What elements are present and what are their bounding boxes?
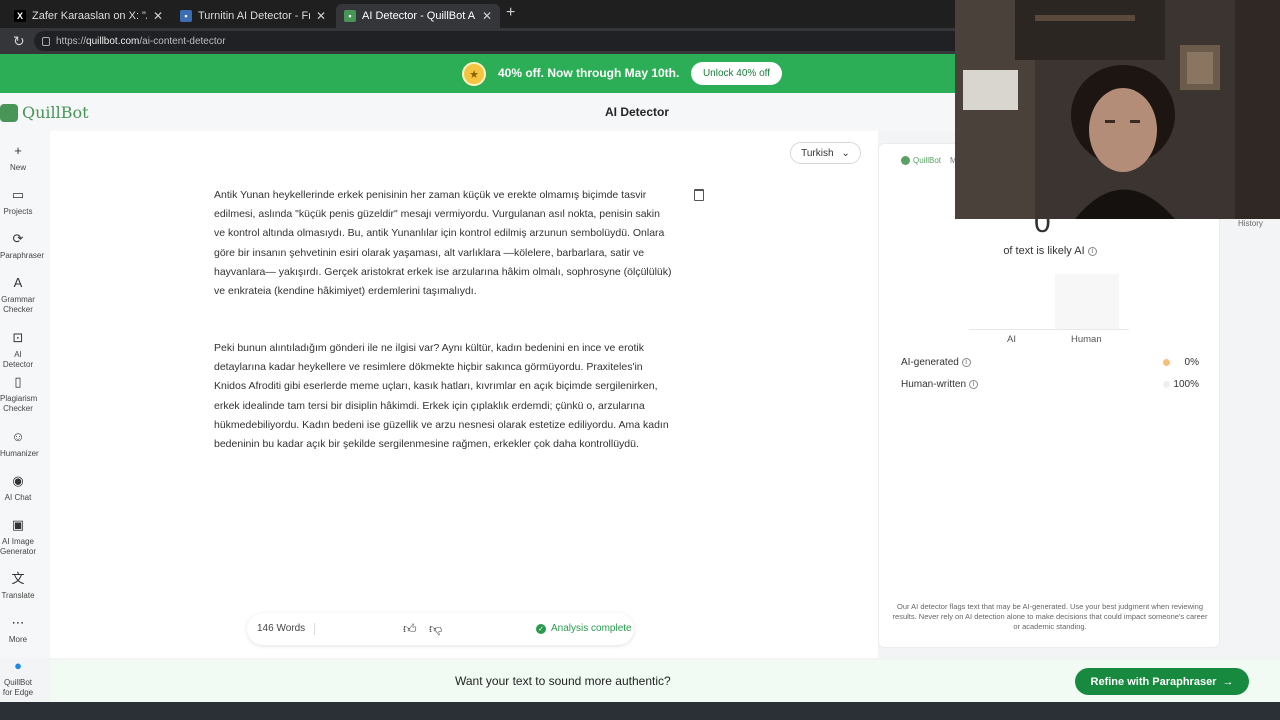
translate-icon: 文 [11, 571, 25, 586]
tab-title: AI Detector - QuillBot AI [362, 10, 476, 22]
unlock-offer-button[interactable]: Unlock 40% off [691, 62, 782, 85]
browser-tab-twitter[interactable]: X Zafer Karaaslan on X: "Antik Yunan ✕ [6, 4, 171, 28]
thumbs-up-icon[interactable]: 👍︎ [403, 621, 417, 637]
more-icon: ⋯ [11, 615, 25, 630]
x-icon: X [14, 10, 26, 22]
humanizer-icon: ☺ [11, 429, 25, 444]
history-link[interactable]: History [1238, 219, 1263, 228]
text-cursor-icon: I [268, 31, 272, 43]
promo-text: 40% off. Now through May 10th. [498, 66, 680, 80]
chart-baseline [969, 329, 1129, 330]
sidebar-item-plagiarism-checker[interactable]: ▯ Plagiarism Checker [0, 374, 37, 414]
lock-icon [42, 36, 50, 46]
reload-icon[interactable]: ↻ [13, 33, 25, 50]
check-icon: ✓ [536, 623, 546, 634]
editor-panel: Turkish ⌄ Antik Yunan heykellerinde erke… [50, 131, 878, 658]
browser-tab-quillbot[interactable]: ▪ AI Detector - QuillBot AI ✕ [336, 4, 500, 28]
divider [314, 623, 315, 635]
folder-icon: ▭ [11, 187, 25, 202]
info-icon[interactable]: i [1087, 246, 1097, 256]
result-brand: QuillBot M [901, 156, 957, 165]
quillbot-logo-icon [0, 103, 18, 122]
sidebar-item-projects[interactable]: ▭ Projects [0, 187, 36, 217]
sidebar: + New ▭ Projects ⟳ Paraphraser A Grammar… [0, 131, 50, 658]
close-icon[interactable]: ✕ [316, 9, 326, 23]
language-select[interactable]: Turkish ⌄ [790, 142, 861, 164]
page-title: AI Detector [605, 105, 670, 119]
sidebar-item-ai-image-generator[interactable]: ▣ AI Image Generator [0, 517, 36, 557]
likely-ai-label: of text is likely AI i [879, 245, 1221, 257]
disclaimer-text: Our AI detector flags text that may be A… [892, 602, 1208, 631]
quillbot-logo-icon [901, 156, 910, 165]
sidebar-item-more[interactable]: ⋯ More [0, 615, 36, 645]
sidebar-item-ai-detector[interactable]: ⊡ AI Detector [0, 330, 36, 370]
human-bar [1055, 274, 1119, 329]
browser-tab-turnitin[interactable]: ▪ Turnitin AI Detector - Free & Unlimite… [172, 4, 334, 28]
chat-icon: ◉ [12, 473, 24, 488]
quillbot-logo[interactable]: QuillBot [0, 103, 89, 122]
tab-title: Zafer Karaaslan on X: "Antik Yunan [32, 10, 147, 22]
tab-title: Turnitin AI Detector - Free & Unlimited [198, 10, 310, 22]
arrow-right-icon: → [1222, 675, 1234, 688]
word-count: 146 Words [257, 623, 306, 634]
paraphrase-icon: ⟳ [12, 231, 24, 246]
editor-status-bar: 146 Words 👍︎ 👎︎ ✓ Analysis complete [247, 613, 634, 645]
chart-label-human: Human [1071, 334, 1102, 345]
sidebar-item-grammar-checker[interactable]: A Grammar Checker [0, 275, 36, 315]
close-icon[interactable]: ✕ [153, 9, 163, 23]
ai-generated-row: AI-generated i 0% [901, 357, 1199, 368]
input-paragraph[interactable]: Peki bunun alıntıladığım gönderi ile ne … [214, 339, 672, 454]
input-paragraph[interactable]: Antik Yunan heykellerinde erkek penisini… [214, 186, 672, 301]
refine-footer: Want your text to sound more authentic? … [50, 660, 1280, 702]
url-field[interactable]: https://quillbot.com/ai-content-detector [34, 31, 964, 51]
sidebar-item-translate[interactable]: 文 Translate [0, 571, 36, 601]
edge-icon: ● [14, 658, 22, 673]
info-icon[interactable]: i [961, 357, 971, 367]
grammar-icon: A [13, 275, 23, 290]
webcam-image [955, 0, 1280, 219]
close-icon[interactable]: ✕ [482, 9, 492, 23]
quillbot-icon: ▪ [344, 10, 356, 22]
trash-icon[interactable] [694, 189, 704, 201]
refine-prompt: Want your text to sound more authentic? [455, 674, 671, 688]
sidebar-item-paraphraser[interactable]: ⟳ Paraphraser [0, 231, 44, 261]
new-tab-icon[interactable]: + [506, 4, 515, 22]
badge-icon: ★ [462, 62, 486, 86]
sidebar-item-humanizer[interactable]: ☺ Humanizer [0, 429, 39, 459]
url-text: https://quillbot.com/ai-content-detector [56, 35, 226, 47]
sidebar-item-ai-chat[interactable]: ◉ AI Chat [0, 473, 36, 503]
analysis-status: ✓ Analysis complete [536, 623, 632, 634]
sidebar-item-new[interactable]: + New [0, 143, 36, 173]
info-icon[interactable]: i [968, 379, 978, 389]
sidebar-item-quillbot-for-edge[interactable]: ● QuillBot for Edge [0, 658, 36, 698]
plus-icon: + [14, 143, 22, 158]
image-icon: ▣ [11, 517, 25, 532]
chevron-down-icon: ⌄ [841, 147, 850, 159]
ai-color-dot [1163, 359, 1170, 366]
taskbar-strip [0, 702, 1280, 720]
refine-with-paraphraser-button[interactable]: Refine with Paraphraser → [1075, 668, 1249, 695]
thumbs-down-icon[interactable]: 👎︎ [429, 621, 442, 637]
chart-label-ai: AI [1007, 334, 1016, 345]
human-written-row: Human-written i 100% [901, 379, 1199, 390]
detector-icon: ⊡ [12, 330, 24, 345]
webcam-overlay [955, 0, 1280, 219]
plagiarism-icon: ▯ [14, 374, 22, 389]
human-color-dot [1163, 381, 1170, 388]
doc-icon: ▪ [180, 10, 192, 22]
